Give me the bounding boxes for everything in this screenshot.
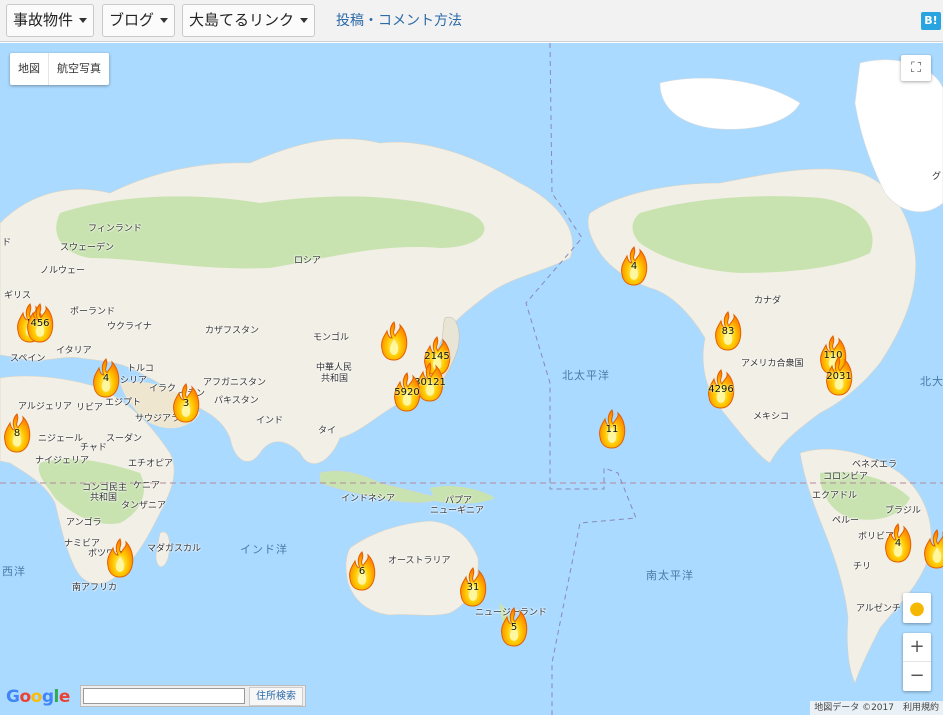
ocean-label: 北大 (920, 375, 943, 388)
country-label: マダガスカル (147, 544, 202, 554)
country-label: ド (2, 238, 12, 248)
landmass-arctic-islands (659, 77, 801, 130)
cluster-count: 6 (358, 566, 366, 577)
country-label: 共和国 (321, 374, 349, 384)
country-label: インドネシア (341, 494, 396, 504)
cluster-count: 2031 (826, 371, 852, 382)
ocean-label: 北太平洋 (562, 369, 610, 382)
country-label: 共和国 (90, 493, 118, 503)
country-label: スーダン (106, 434, 143, 444)
menu-label: ブログ (109, 11, 155, 29)
flame-icon (379, 321, 409, 361)
pegman-icon: ● (909, 597, 925, 619)
google-logo[interactable]: Google (6, 687, 70, 707)
menu-label: 事故物件 (13, 11, 74, 29)
cluster-count: 11 (605, 424, 619, 435)
cluster-count: 83 (721, 326, 735, 337)
address-search-button[interactable]: 住所検索 (249, 686, 303, 706)
country-label: アンゴラ (66, 518, 102, 528)
pegman-button[interactable]: ● (903, 593, 931, 623)
caret-down-icon (79, 18, 88, 23)
country-label: ブラジル (885, 506, 921, 516)
cluster-count: 5920 (394, 387, 420, 398)
ocean-label: インド洋 (240, 543, 288, 556)
map-attribution[interactable]: 地図データ ©2017 利用規約 (810, 701, 943, 715)
hatena-bookmark-icon[interactable]: B! (921, 12, 941, 30)
map-canvas[interactable]: フィンランド スウェーデン ノルウェー ギリス ポーランド ウクライナ イタリア スペイン トル… (0, 43, 943, 715)
country-label: ウクライナ (107, 322, 152, 332)
zoom-in-button[interactable]: + (903, 633, 931, 662)
map-type-satellite-button[interactable]: 航空写真 (49, 53, 109, 85)
country-label: ニジェール (38, 434, 84, 444)
country-label: オーストラリア (388, 556, 451, 566)
cluster-count: 5 (510, 622, 518, 633)
cluster-count: 456 (30, 318, 50, 329)
country-label: アメリカ合衆国 (741, 359, 804, 369)
country-label: ノルウェー (40, 266, 86, 276)
country-label: スペイン (10, 354, 46, 364)
country-label: チャド (80, 443, 107, 453)
fullscreen-button[interactable]: ⛶ (901, 55, 931, 81)
country-label: モンゴル (313, 333, 350, 343)
country-label: ナイジェリア (35, 456, 90, 466)
caret-down-icon (160, 18, 169, 23)
country-label: ロシア (294, 256, 322, 266)
post-comment-link[interactable]: 投稿・コメント方法 (336, 0, 462, 42)
cluster-count: 3 (182, 398, 190, 409)
address-search-input[interactable] (83, 688, 245, 704)
country-label: メキシコ (753, 412, 790, 422)
zoom-out-button[interactable]: − (903, 662, 931, 691)
cluster-count: 2145 (424, 351, 450, 362)
country-label: ニューギニア (430, 506, 485, 516)
country-label: パキスタン (214, 396, 259, 406)
ocean-label: 西洋 (2, 565, 26, 578)
ocean-label: 南太平洋 (646, 569, 694, 582)
menu-label: 大島てるリンク (189, 11, 295, 29)
country-label: インド (256, 416, 284, 426)
country-label: フィンランド (88, 224, 142, 234)
country-label: タンザニア (121, 501, 167, 511)
country-label: スウェーデン (60, 243, 115, 253)
caret-down-icon (300, 18, 309, 23)
country-label: 南アフリカ (72, 583, 118, 593)
country-label: カザフスタン (205, 326, 260, 336)
fullscreen-icon: ⛶ (911, 60, 921, 76)
country-label: ギリス (4, 291, 32, 301)
country-label: リビア (76, 403, 104, 413)
country-label: アルゼンチ (856, 604, 901, 614)
flame-icon (105, 538, 135, 578)
cluster-count: 8 (13, 428, 21, 439)
country-label: ポーランド (70, 307, 116, 317)
menu-blog[interactable]: ブログ (102, 4, 176, 37)
country-label: エチオピア (128, 459, 174, 469)
country-label: アフガニスタン (203, 378, 267, 388)
country-label: タイ (318, 426, 337, 436)
address-search-form: 住所検索 (80, 685, 306, 707)
cluster-count: 4 (102, 373, 110, 384)
country-label: カナダ (754, 296, 782, 306)
country-label: エクアドル (812, 491, 858, 501)
menu-oshima-links[interactable]: 大島てるリンク (182, 4, 316, 37)
cluster-count: 4 (894, 538, 902, 549)
menu-jiko-bukken[interactable]: 事故物件 (6, 4, 95, 37)
country-label: イタリア (56, 346, 92, 356)
map-type-control: 地図 航空写真 (10, 53, 109, 85)
zoom-control: + − (903, 633, 931, 691)
country-label: ペルー (832, 516, 860, 526)
cluster-count: 4296 (708, 384, 734, 395)
country-label: チリ (853, 562, 872, 572)
country-label: グ (932, 172, 942, 182)
country-label: アルジェリア (18, 402, 72, 412)
country-label: ケニア (133, 481, 161, 491)
flame-icon (922, 529, 943, 569)
cluster-count: 4 (630, 261, 638, 272)
cluster-count: 31 (466, 582, 480, 593)
top-navbar: 事故物件 ブログ 大島てるリンク 投稿・コメント方法 B! (0, 0, 943, 42)
map-type-roadmap-button[interactable]: 地図 (10, 53, 49, 85)
country-label: コロンビア (823, 472, 869, 482)
